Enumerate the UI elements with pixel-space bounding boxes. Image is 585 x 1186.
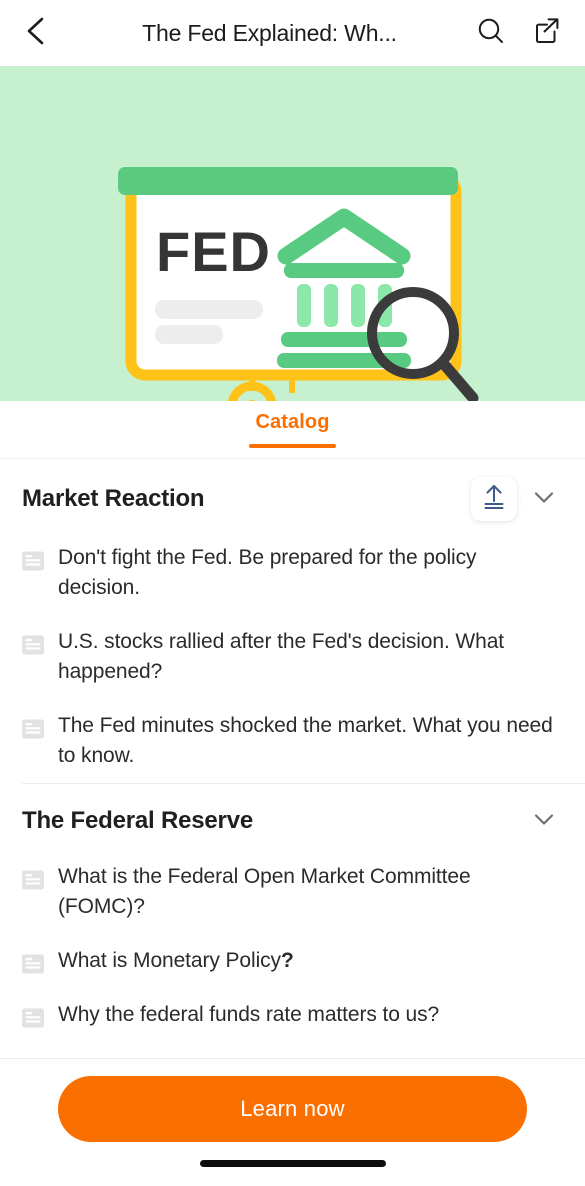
bottom-action-bar: Learn now	[0, 1058, 585, 1186]
section-market-reaction: Market Reaction Don't fight the Fed. Be …	[0, 459, 585, 783]
list-item-label: The Fed minutes shocked the market. What…	[58, 714, 553, 767]
list-item-label-text: What is Monetary Policy	[58, 949, 281, 972]
article-icon	[22, 869, 44, 891]
list-item-label: Don't fight the Fed. Be prepared for the…	[58, 546, 477, 599]
list-item[interactable]: What is the Federal Open Market Committe…	[0, 850, 585, 934]
collapse-all-button[interactable]	[471, 477, 517, 521]
app-header: The Fed Explained: Wh...	[0, 0, 585, 66]
section-toggle-button[interactable]	[525, 802, 563, 840]
learn-now-button[interactable]: Learn now	[58, 1076, 527, 1142]
list-item-label: What is the Federal Open Market Committe…	[58, 865, 471, 918]
search-icon	[476, 16, 506, 51]
list-item[interactable]: What is Monetary Policy?	[0, 934, 585, 988]
list-item-label: What is Monetary Policy?	[58, 946, 294, 976]
hero-illustration: FED	[0, 66, 585, 401]
list-item[interactable]: The Fed minutes shocked the market. What…	[0, 699, 585, 783]
share-button[interactable]	[531, 17, 563, 49]
section-the-federal-reserve: The Federal Reserve What is the Federal …	[0, 784, 585, 1042]
section-tools	[471, 477, 563, 521]
chevron-down-icon	[531, 806, 557, 837]
article-icon	[22, 718, 44, 740]
header-actions	[475, 17, 563, 49]
home-indicator	[199, 1160, 386, 1167]
section-header: The Federal Reserve	[0, 784, 585, 850]
section-tools	[525, 802, 563, 840]
presentation-board-graphic: FED	[118, 167, 479, 401]
section-title: The Federal Reserve	[22, 807, 253, 834]
back-button[interactable]	[22, 12, 64, 54]
chevron-left-icon	[22, 16, 48, 51]
collapse-all-icon	[479, 482, 509, 517]
article-icon	[22, 634, 44, 656]
section-toggle-button[interactable]	[525, 480, 563, 518]
tab-catalog[interactable]: Catalog	[245, 411, 339, 448]
article-icon	[22, 953, 44, 975]
list-item-label: Why the federal funds rate matters to us…	[58, 1003, 440, 1026]
tab-bar: Catalog	[0, 401, 585, 459]
list-item[interactable]: U.S. stocks rallied after the Fed's deci…	[0, 615, 585, 699]
section-header: Market Reaction	[0, 459, 585, 531]
list-item[interactable]: Why the federal funds rate matters to us…	[0, 988, 585, 1042]
app-screen: The Fed Explained: Wh... FED Catalog Mar…	[0, 0, 585, 1186]
search-button[interactable]	[475, 17, 507, 49]
svg-text:FED: FED	[156, 220, 271, 283]
page-title: The Fed Explained: Wh...	[142, 19, 397, 46]
article-icon	[22, 550, 44, 572]
chevron-down-icon	[531, 484, 557, 515]
catalog-content: Market Reaction Don't fight the Fed. Be …	[0, 459, 585, 1047]
section-title: Market Reaction	[22, 485, 205, 512]
list-item-label: U.S. stocks rallied after the Fed's deci…	[58, 630, 505, 683]
share-icon	[532, 16, 562, 51]
list-item-label-qmark: ?	[280, 949, 294, 972]
list-item[interactable]: Don't fight the Fed. Be prepared for the…	[0, 531, 585, 615]
article-icon	[22, 1007, 44, 1029]
